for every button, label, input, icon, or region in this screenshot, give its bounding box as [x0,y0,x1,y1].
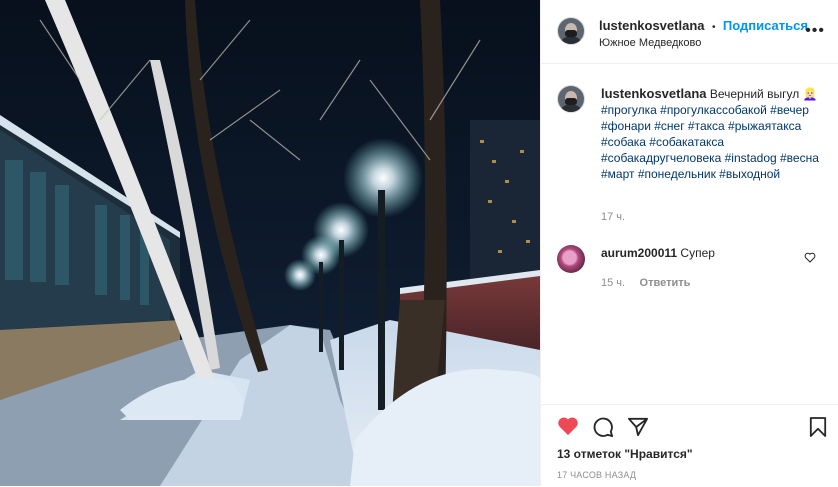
comment: aurum200011 Супер [601,246,801,260]
post-photo[interactable] [0,0,540,486]
caption-author-avatar[interactable] [557,85,585,113]
comment-meta: 15 ч. Ответить [601,273,690,291]
likes-count[interactable]: 13 отметок "Нравится" [557,447,693,461]
commenter-avatar[interactable] [557,245,585,273]
share-icon[interactable] [627,417,649,437]
commenter-username[interactable]: aurum200011 [601,246,677,260]
night-snow-alley-image [0,0,540,486]
heart-filled-icon[interactable] [557,416,579,436]
comment-icon[interactable] [592,416,614,438]
post-header: lustenkosvetlana • Подписаться Южное Мед… [541,0,838,64]
heart-outline-icon[interactable] [804,252,816,263]
post-sidebar: lustenkosvetlana • Подписаться Южное Мед… [540,0,838,486]
caption-text: Вечерний выгул 👱🏻‍♀️ [709,87,818,101]
caption-hashtags[interactable]: #прогулка #прогулкассобакой #вечер #фона… [601,103,819,181]
author-avatar[interactable] [557,17,585,45]
author-username[interactable]: lustenkosvetlana [599,18,705,33]
caption-author[interactable]: lustenkosvetlana [601,86,707,101]
more-icon[interactable]: ••• [805,23,825,39]
separator-dot: • [711,22,716,33]
comment-time[interactable]: 15 ч. [601,277,625,289]
bookmark-icon[interactable] [809,416,827,438]
follow-button[interactable]: Подписаться [723,18,808,33]
post-timestamp[interactable]: 17 ЧАСОВ НАЗАД [557,470,636,480]
caption-time[interactable]: 17 ч. [601,211,625,223]
post-caption: lustenkosvetlana Вечерний выгул 👱🏻‍♀️ #п… [601,86,825,182]
comment-text: Супер [680,246,715,260]
post-location[interactable]: Южное Медведково [599,37,701,49]
reply-button[interactable]: Ответить [640,277,691,289]
